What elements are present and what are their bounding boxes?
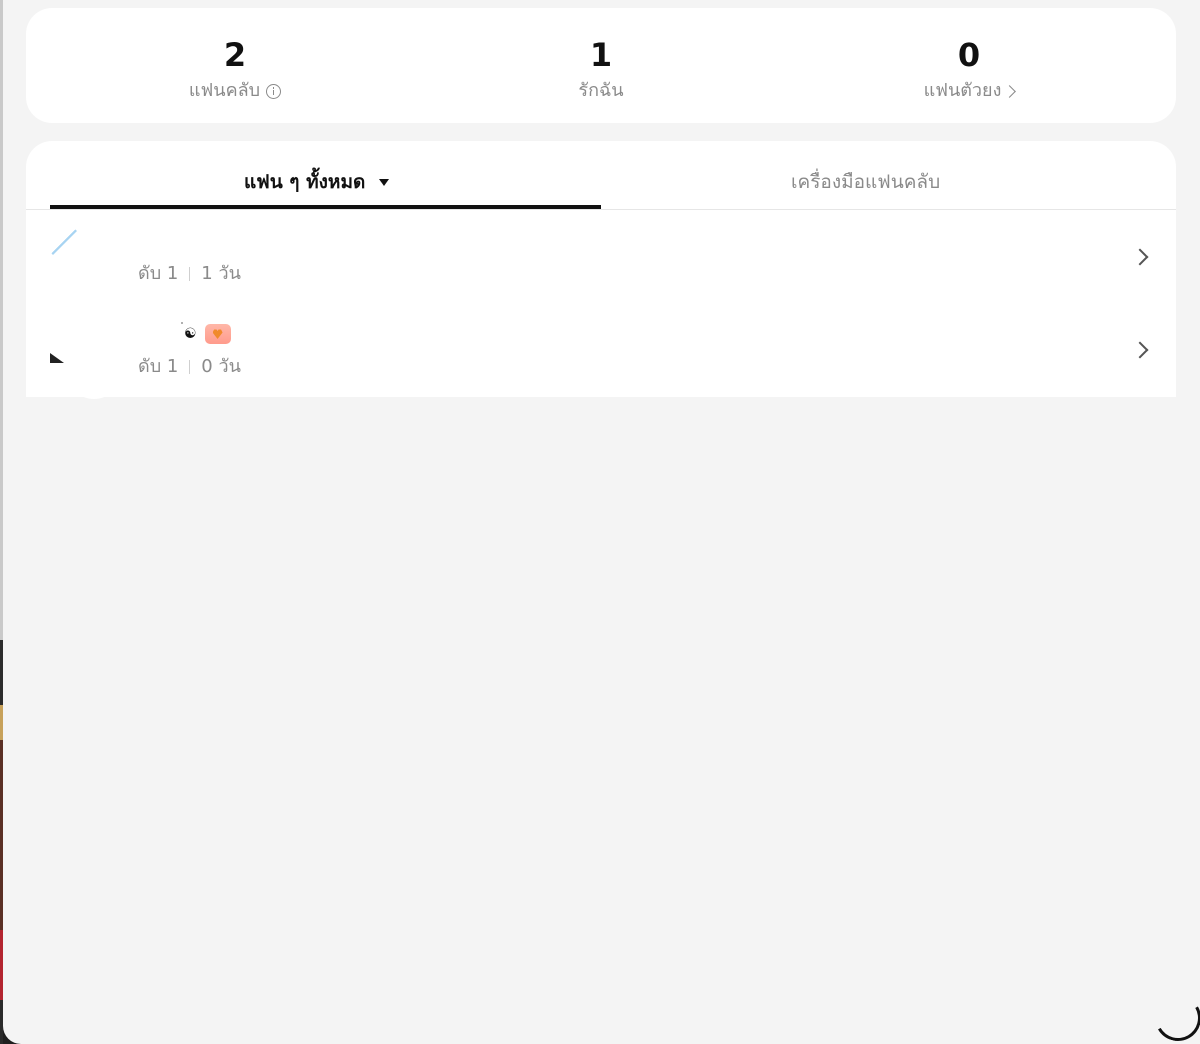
- stat-superfans[interactable]: 0 แฟนตัวยง: [819, 38, 1119, 102]
- avatar: [50, 353, 64, 363]
- fan-days: 1 วัน: [201, 263, 241, 284]
- fan-badges: ☯: [181, 322, 231, 344]
- yin-yang-icon: ☯: [181, 322, 197, 342]
- avatar-overlay: [66, 363, 122, 399]
- tab-bar: แฟน ๆ ทั้งหมด เครื่องมือแฟนคลับ: [26, 141, 1176, 210]
- stat-superfans-value: 0: [957, 36, 981, 74]
- heart-badge-icon: [204, 324, 231, 344]
- fan-level: ดับ 1: [138, 263, 179, 284]
- stat-love-me-label-wrap: รักฉัน: [578, 80, 623, 102]
- fan-days: 0 วัน: [201, 356, 241, 377]
- tab-all-fans[interactable]: แฟน ๆ ทั้งหมด: [244, 169, 390, 195]
- stat-superfans-label-wrap: แฟนตัวยง: [923, 80, 1017, 102]
- fan-row[interactable]: ดับ 1 1 วัน: [26, 211, 1176, 303]
- stat-superfans-label: แฟนตัวยง: [923, 80, 1002, 101]
- fan-level: ดับ 1: [138, 356, 179, 377]
- fan-list-card: แฟน ๆ ทั้งหมด เครื่องมือแฟนคลับ ดับ 1 1 …: [26, 141, 1176, 399]
- stat-fans-value: 2: [223, 36, 247, 74]
- fan-meta: ดับ 1 1 วัน: [138, 263, 241, 285]
- info-icon[interactable]: [266, 83, 282, 99]
- stat-love-me-label: รักฉัน: [578, 80, 624, 101]
- dropdown-caret-icon: [379, 178, 390, 186]
- tab-all-fans-label: แฟน ๆ ทั้งหมด: [244, 171, 366, 193]
- divider: [189, 267, 191, 281]
- fan-row[interactable]: ☯ ดับ 1 0 วัน: [26, 303, 1176, 399]
- stat-fans[interactable]: 2 แฟนคลับ: [85, 38, 385, 102]
- stat-fans-label-wrap: แฟนคลับ: [188, 80, 282, 102]
- stats-card: 2 แฟนคลับ 1 รักฉัน 0 แฟนตัวยง: [26, 8, 1176, 123]
- fans-sheet: 2 แฟนคลับ 1 รักฉัน 0 แฟนตัวยง แฟน ๆ ทั้ง…: [3, 0, 1200, 1044]
- chevron-right-icon: [1003, 84, 1017, 98]
- chevron-right-icon: [1131, 248, 1149, 266]
- avatar: [48, 226, 82, 260]
- active-tab-indicator: [50, 205, 601, 209]
- stat-love-me[interactable]: 1 รักฉัน: [451, 38, 751, 102]
- loading-spinner-icon: [1149, 989, 1200, 1044]
- tab-fan-club-tools[interactable]: เครื่องมือแฟนคลับ: [791, 169, 940, 195]
- divider: [189, 360, 191, 374]
- fan-meta: ดับ 1 0 วัน: [138, 356, 241, 378]
- stat-fans-label: แฟนคลับ: [188, 80, 261, 101]
- stat-love-me-value: 1: [589, 36, 613, 74]
- chevron-right-icon: [1131, 341, 1149, 359]
